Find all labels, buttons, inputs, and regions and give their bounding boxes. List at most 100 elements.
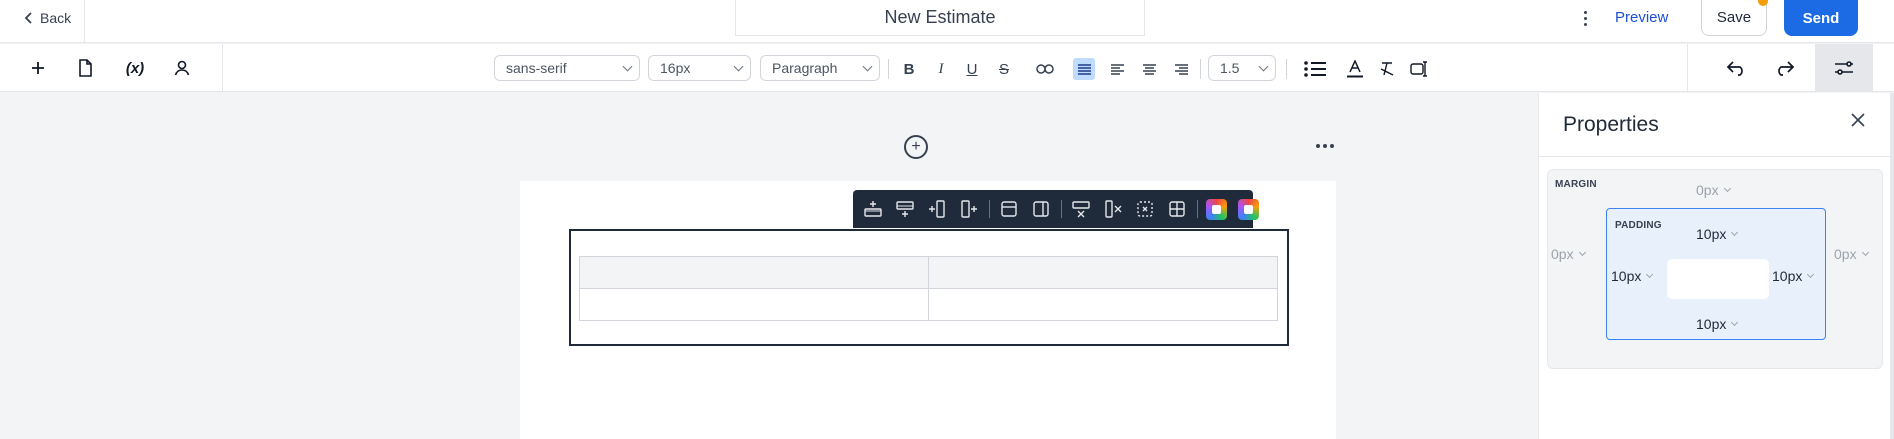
padding-right-select[interactable]: 10px — [1772, 267, 1815, 285]
table-header-cell[interactable] — [928, 256, 1278, 289]
bulleted-list-icon[interactable] — [1302, 58, 1328, 80]
insert-column-left-icon[interactable] — [927, 199, 947, 219]
document-title[interactable]: New Estimate — [735, 0, 1145, 36]
italic-icon[interactable]: I — [930, 58, 952, 80]
padding-box: PADDING 10px 10px 10px 10px — [1606, 208, 1826, 340]
delete-column-icon[interactable] — [1103, 199, 1123, 219]
padding-left-select[interactable]: 10px — [1611, 267, 1654, 285]
more-horizontal-icon[interactable] — [1313, 136, 1337, 156]
padding-top-select[interactable]: 10px — [1696, 225, 1739, 243]
chevron-down-icon — [862, 61, 873, 71]
padding-top-value: 10px — [1696, 226, 1727, 242]
close-icon[interactable] — [1847, 109, 1869, 131]
border-color-icon[interactable] — [1206, 199, 1227, 220]
margin-right-select[interactable]: 0px — [1834, 245, 1869, 263]
toolbar-divider — [1061, 200, 1062, 218]
top-bar: Back New Estimate Preview Save Send — [0, 0, 1894, 43]
table-cell[interactable] — [928, 288, 1278, 321]
header-divider — [84, 0, 85, 43]
margin-left-select[interactable]: 0px — [1551, 245, 1586, 263]
margin-left-value: 0px — [1551, 246, 1574, 262]
margin-right-value: 0px — [1834, 246, 1857, 262]
align-justify-icon[interactable] — [1073, 58, 1095, 80]
chevron-down-icon — [1731, 318, 1739, 327]
panel-scrollbar[interactable] — [1890, 93, 1894, 439]
toolbar-divider — [989, 200, 990, 218]
chevron-down-icon — [733, 61, 744, 71]
toolbar-divider — [1286, 59, 1287, 79]
line-height-value: 1.5 — [1220, 60, 1240, 76]
preview-button[interactable]: Preview — [1615, 8, 1668, 28]
background-color-icon[interactable] — [1238, 199, 1259, 220]
chevron-down-icon — [1258, 61, 1269, 71]
font-size-select[interactable]: 16px — [648, 55, 751, 81]
block-type-select[interactable]: Paragraph — [760, 55, 880, 81]
block-type-value: Paragraph — [772, 60, 838, 76]
content-box — [1667, 259, 1769, 299]
variable-icon[interactable]: (x) — [121, 56, 149, 80]
padding-bottom-select[interactable]: 10px — [1696, 315, 1739, 333]
insert-row-above-icon[interactable] — [863, 199, 883, 219]
merge-cells-icon[interactable] — [1167, 199, 1187, 219]
header-column-icon[interactable] — [1031, 199, 1051, 219]
font-family-select[interactable]: sans-serif — [494, 55, 640, 81]
more-vertical-icon[interactable] — [1576, 8, 1594, 28]
user-icon[interactable] — [170, 56, 194, 80]
chevron-down-icon — [1646, 270, 1654, 279]
align-right-icon[interactable] — [1170, 58, 1192, 80]
insert-column-right-icon[interactable] — [959, 199, 979, 219]
properties-panel: Properties MARGIN 0px 0px 0px 0px PADDIN… — [1538, 93, 1894, 439]
margin-top-value: 0px — [1696, 182, 1719, 198]
settings-sliders-icon[interactable] — [1815, 44, 1873, 92]
table-cell[interactable] — [579, 288, 929, 321]
strikethrough-icon[interactable]: S — [993, 58, 1015, 80]
line-height-select[interactable]: 1.5 — [1208, 55, 1276, 81]
padding-bottom-value: 10px — [1696, 316, 1727, 332]
bold-icon[interactable]: B — [898, 58, 920, 80]
properties-header: Properties — [1539, 93, 1894, 157]
font-family-value: sans-serif — [506, 60, 567, 76]
chevron-down-icon — [1807, 270, 1815, 279]
clear-format-icon[interactable] — [1376, 58, 1398, 80]
redo-icon[interactable] — [1772, 56, 1796, 80]
undo-icon[interactable] — [1725, 56, 1749, 80]
delete-row-icon[interactable] — [1071, 199, 1091, 219]
text-color-icon[interactable] — [1344, 58, 1366, 80]
text-box-icon[interactable] — [1408, 58, 1430, 80]
insert-row-below-icon[interactable] — [895, 199, 915, 219]
font-size-value: 16px — [660, 60, 691, 76]
padding-right-value: 10px — [1772, 268, 1803, 284]
toolbar-divider — [1687, 44, 1688, 92]
back-button[interactable]: Back — [24, 8, 71, 28]
editor-toolbar: (x) sans-serif 16px Paragraph B I U S 1.… — [0, 44, 1894, 92]
underline-icon[interactable]: U — [961, 58, 983, 80]
chevron-down-icon — [622, 61, 633, 71]
link-icon[interactable] — [1034, 58, 1056, 80]
align-left-icon[interactable] — [1106, 58, 1128, 80]
chevron-down-icon — [1578, 248, 1586, 257]
delete-table-icon[interactable] — [1135, 199, 1155, 219]
add-block-button[interactable]: + — [904, 135, 928, 159]
padding-left-value: 10px — [1611, 268, 1642, 284]
properties-title: Properties — [1563, 113, 1659, 136]
toolbar-divider — [888, 59, 889, 79]
plus-icon[interactable] — [26, 56, 50, 80]
chevron-down-icon — [1723, 184, 1731, 193]
toolbar-divider — [1200, 59, 1201, 79]
table-header-cell[interactable] — [579, 256, 929, 289]
header-row-icon[interactable] — [999, 199, 1019, 219]
align-center-icon[interactable] — [1138, 58, 1160, 80]
save-button[interactable]: Save — [1701, 0, 1767, 36]
table-block[interactable] — [569, 229, 1289, 346]
document-icon[interactable] — [73, 56, 97, 80]
back-label: Back — [40, 10, 72, 26]
chevron-left-icon — [24, 12, 32, 24]
box-model-editor: MARGIN 0px 0px 0px 0px PADDING 10px 10px… — [1547, 169, 1883, 369]
margin-label: MARGIN — [1555, 179, 1597, 190]
toolbar-divider — [1197, 200, 1198, 218]
chevron-down-icon — [1861, 248, 1869, 257]
padding-label: PADDING — [1615, 220, 1662, 231]
send-button[interactable]: Send — [1784, 0, 1858, 36]
margin-top-select[interactable]: 0px — [1696, 181, 1731, 199]
toolbar-divider — [222, 44, 223, 92]
